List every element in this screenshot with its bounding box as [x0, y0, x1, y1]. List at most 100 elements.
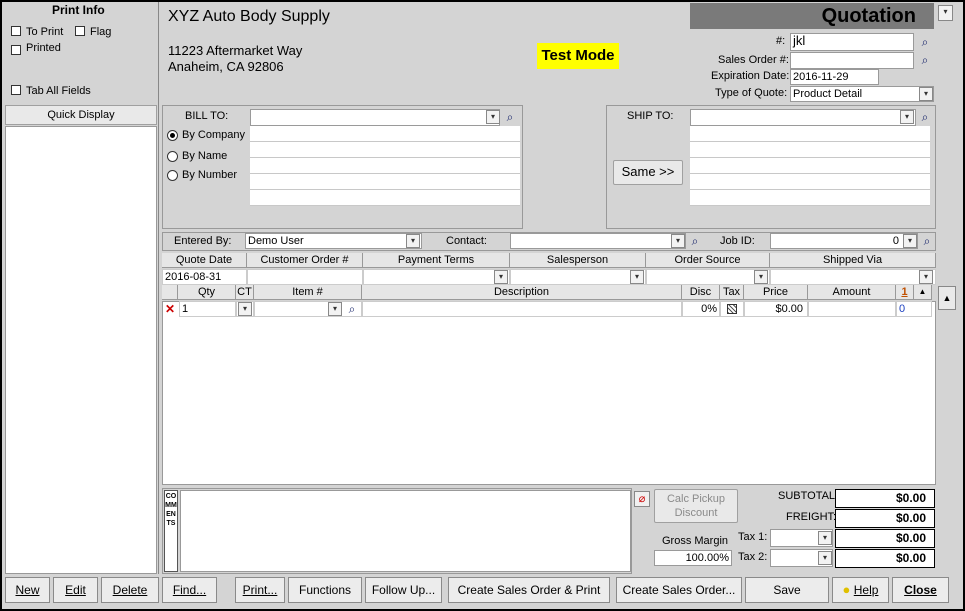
amount-field[interactable]	[808, 301, 896, 317]
ship-to-line-1[interactable]	[690, 126, 930, 142]
bill-to-line-3[interactable]	[250, 158, 520, 174]
salesperson-dropdown-icon[interactable]: ▾	[630, 270, 644, 284]
calc-pickup-discount-button[interactable]: Calc Pickup Discount	[654, 489, 738, 523]
quote-number-field[interactable]: jkl	[790, 33, 914, 51]
bill-to-line-1[interactable]	[250, 126, 520, 142]
sales-order-label: Sales Order #:	[718, 54, 789, 66]
comments-input[interactable]	[180, 490, 631, 572]
ship-to-label: SHIP TO:	[627, 110, 674, 122]
contact-field[interactable]	[510, 233, 686, 249]
ship-to-line-2[interactable]	[690, 142, 930, 158]
tab-all-fields-checkbox[interactable]	[11, 85, 21, 95]
ship-to-line-5[interactable]	[690, 190, 930, 206]
freight-field[interactable]: $0.00	[835, 509, 935, 528]
payment-terms-dropdown-icon[interactable]: ▾	[494, 270, 508, 284]
flag-checkbox[interactable]	[75, 26, 85, 36]
help-button[interactable]: ● Help	[832, 577, 889, 603]
bill-to-dropdown-icon[interactable]: ▾	[486, 110, 500, 124]
bill-to-line-5[interactable]	[250, 190, 520, 206]
edit-button[interactable]: Edit	[53, 577, 98, 603]
bill-to-label: BILL TO:	[185, 110, 229, 122]
sales-order-field[interactable]	[790, 52, 914, 69]
save-button[interactable]: Save	[745, 577, 829, 603]
payment-terms-select[interactable]	[363, 269, 510, 285]
bill-to-search-icon[interactable]: ⌕	[503, 110, 517, 124]
job-id-search-icon[interactable]: ⌕	[920, 234, 934, 248]
item-number-dropdown-icon[interactable]: ▾	[328, 302, 342, 316]
by-company-radio[interactable]	[167, 130, 178, 141]
bill-to-line-2[interactable]	[250, 142, 520, 158]
scroll-up-button[interactable]: ▲	[914, 285, 932, 300]
ship-to-select[interactable]	[690, 109, 916, 126]
shipped-via-select[interactable]	[770, 269, 936, 285]
new-button[interactable]: New	[5, 577, 50, 603]
ship-to-line-3[interactable]	[690, 158, 930, 174]
disc-field[interactable]: 0%	[682, 301, 720, 317]
create-sales-order-button[interactable]: Create Sales Order...	[616, 577, 742, 603]
help-button-label: Help	[853, 583, 879, 597]
print-button[interactable]: Print...	[235, 577, 285, 603]
col-delete	[162, 285, 178, 300]
tax-checkbox[interactable]	[727, 304, 737, 314]
delete-button[interactable]: Delete	[101, 577, 159, 603]
sales-order-search-icon[interactable]: ⌕	[918, 53, 932, 67]
window-menu-dropdown[interactable]: ▾	[938, 5, 953, 21]
ship-to-search-icon[interactable]: ⌕	[918, 110, 932, 124]
tax2-dropdown-icon[interactable]: ▾	[818, 551, 832, 565]
ct-dropdown-icon[interactable]: ▾	[238, 302, 252, 316]
flag-label: Flag	[90, 26, 112, 38]
salesperson-select[interactable]	[510, 269, 646, 285]
create-sales-order-print-button[interactable]: Create Sales Order & Print	[448, 577, 610, 603]
clear-discount-icon[interactable]: ⌀	[634, 491, 650, 507]
qty-field[interactable]: 1	[179, 301, 236, 317]
tax1-label: Tax 1:	[738, 531, 768, 543]
find-button[interactable]: Find...	[162, 577, 217, 603]
test-mode-badge: Test Mode	[537, 43, 619, 69]
freight-value: $0.00	[895, 511, 926, 525]
functions-button[interactable]: Functions	[288, 577, 362, 603]
price-field[interactable]: $0.00	[744, 301, 808, 317]
bill-to-select[interactable]	[250, 109, 500, 126]
job-id-label: Job ID:	[720, 235, 755, 247]
bill-to-line-4[interactable]	[250, 174, 520, 190]
new-button-label: New	[15, 583, 40, 597]
tax1-dropdown-icon[interactable]: ▾	[818, 531, 832, 545]
job-id-dropdown-icon[interactable]: ▾	[903, 234, 917, 248]
create-sales-order-print-label: Create Sales Order & Print	[457, 583, 601, 597]
col-price: Price	[744, 285, 808, 300]
type-of-quote-dropdown-icon[interactable]: ▾	[919, 87, 933, 101]
col-shipped-via: Shipped Via	[770, 253, 936, 268]
quote-number-search-icon[interactable]: ⌕	[918, 35, 932, 49]
description-field[interactable]	[362, 301, 682, 317]
printed-checkbox[interactable]	[11, 45, 21, 55]
ship-to-line-4[interactable]	[690, 174, 930, 190]
quick-display-button[interactable]: Quick Display	[5, 105, 157, 125]
contact-dropdown-icon[interactable]: ▾	[671, 234, 685, 248]
delete-line-icon[interactable]: ✕	[165, 302, 175, 316]
contact-search-icon[interactable]: ⌕	[688, 234, 702, 248]
customer-order-field[interactable]	[247, 269, 363, 285]
edit-button-label: Edit	[65, 583, 86, 597]
entered-by-dropdown-icon[interactable]: ▾	[406, 234, 420, 248]
type-of-quote-select[interactable]: Product Detail	[790, 86, 934, 102]
expiration-date-field[interactable]: 2016-11-29	[790, 69, 879, 85]
same-as-bill-to-button[interactable]: Same >>	[613, 160, 683, 185]
tax2-label: Tax 2:	[738, 551, 768, 563]
order-source-select[interactable]	[646, 269, 770, 285]
item-number-search-icon[interactable]: ⌕	[345, 302, 359, 316]
scroll-up-arrow-button[interactable]: ▲	[938, 286, 956, 310]
line-flag-field[interactable]: 0	[896, 301, 932, 317]
by-name-radio[interactable]	[167, 151, 178, 162]
order-source-dropdown-icon[interactable]: ▾	[754, 270, 768, 284]
follow-up-button[interactable]: Follow Up...	[365, 577, 442, 603]
quote-date-field[interactable]: 2016-08-31	[162, 269, 247, 285]
job-id-field[interactable]: 0	[770, 233, 918, 249]
to-print-checkbox[interactable]	[11, 26, 21, 36]
quick-display-list	[5, 126, 157, 574]
by-number-radio[interactable]	[167, 170, 178, 181]
close-button[interactable]: Close	[892, 577, 949, 603]
ship-to-dropdown-icon[interactable]: ▾	[900, 110, 914, 124]
freight-label: FREIGHT:	[786, 511, 837, 523]
shipped-via-dropdown-icon[interactable]: ▾	[919, 270, 933, 284]
entered-by-field[interactable]: Demo User	[245, 233, 422, 249]
